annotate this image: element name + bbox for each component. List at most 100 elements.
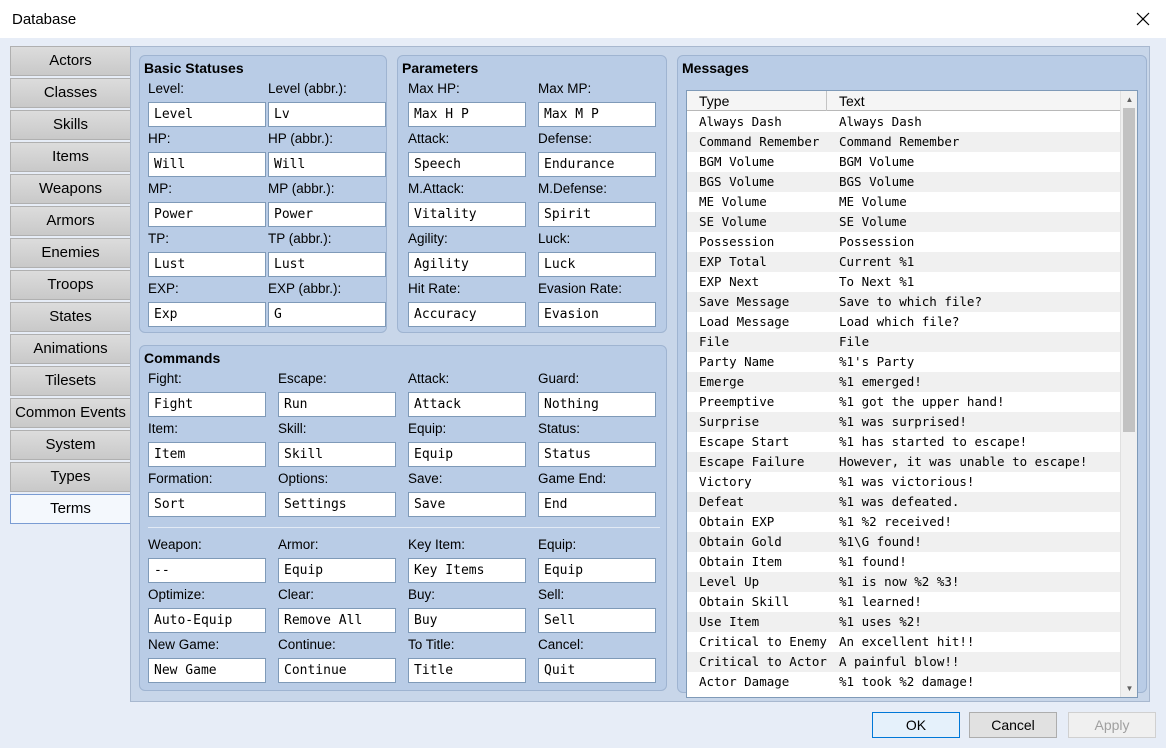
params-attack-input[interactable]: Speech <box>408 152 526 177</box>
commands-armor-input[interactable]: Equip <box>278 558 396 583</box>
table-row[interactable]: Critical to Enemy An excellent hit!! <box>687 632 1121 652</box>
table-row[interactable]: Save Message Save to which file? <box>687 292 1121 312</box>
params-max-mp-input[interactable]: Max M P <box>538 102 656 127</box>
commands-attack-input[interactable]: Attack <box>408 392 526 417</box>
params-mdefense-input[interactable]: Spirit <box>538 202 656 227</box>
sidebar-item-enemies[interactable]: Enemies <box>10 238 131 268</box>
apply-button[interactable]: Apply <box>1068 712 1156 738</box>
table-row[interactable]: BGS Volume BGS Volume <box>687 172 1121 192</box>
cancel-button[interactable]: Cancel <box>969 712 1057 738</box>
table-row[interactable]: Load Message Load which file? <box>687 312 1121 332</box>
table-row[interactable]: EXP Total Current %1 <box>687 252 1121 272</box>
commands-new-game-input[interactable]: New Game <box>148 658 266 683</box>
sidebar-item-items[interactable]: Items <box>10 142 131 172</box>
commands-formation-input[interactable]: Sort <box>148 492 266 517</box>
sidebar-item-actors[interactable]: Actors <box>10 46 131 76</box>
commands-game-end-input[interactable]: End <box>538 492 656 517</box>
sidebar-item-terms[interactable]: Terms <box>10 494 131 524</box>
ok-button[interactable]: OK <box>872 712 960 738</box>
commands-item-input[interactable]: Item <box>148 442 266 467</box>
table-row[interactable]: Surprise %1 was surprised! <box>687 412 1121 432</box>
table-row[interactable]: File File <box>687 332 1121 352</box>
column-header-type[interactable]: Type <box>687 91 827 111</box>
sidebar-item-common-events[interactable]: Common Events <box>10 398 131 428</box>
sidebar-item-troops[interactable]: Troops <box>10 270 131 300</box>
table-row[interactable]: Victory %1 was victorious! <box>687 472 1121 492</box>
params-luck-input[interactable]: Luck <box>538 252 656 277</box>
commands-options-input[interactable]: Settings <box>278 492 396 517</box>
table-row[interactable]: Actor Damage %1 took %2 damage! <box>687 672 1121 692</box>
commands-weapon-input[interactable]: -- <box>148 558 266 583</box>
basic-hp-abbr-input[interactable]: Will <box>268 152 386 177</box>
table-row[interactable]: Obtain Gold %1\G found! <box>687 532 1121 552</box>
table-row[interactable]: Obtain EXP %1 %2 received! <box>687 512 1121 532</box>
commands-optimize-input[interactable]: Auto-Equip <box>148 608 266 633</box>
basic-exp-input[interactable]: Exp <box>148 302 266 327</box>
commands-skill-input[interactable]: Skill <box>278 442 396 467</box>
basic-hp-input[interactable]: Will <box>148 152 266 177</box>
messages-table[interactable]: Type Text Always Dash Always Dash Command … <box>686 90 1138 698</box>
commands-cancel-input[interactable]: Quit <box>538 658 656 683</box>
commands-save-input[interactable]: Save <box>408 492 526 517</box>
basic-mp-input[interactable]: Power <box>148 202 266 227</box>
sidebar-item-states[interactable]: States <box>10 302 131 332</box>
table-row[interactable]: Level Up %1 is now %2 %3! <box>687 572 1121 592</box>
table-row[interactable]: Always Dash Always Dash <box>687 112 1121 132</box>
sidebar-item-system[interactable]: System <box>10 430 131 460</box>
commands-status-input[interactable]: Status <box>538 442 656 467</box>
basic-mp-abbr-input[interactable]: Power <box>268 202 386 227</box>
sidebar-item-classes[interactable]: Classes <box>10 78 131 108</box>
sidebar-item-weapons[interactable]: Weapons <box>10 174 131 204</box>
basic-level-abbr-input[interactable]: Lv <box>268 102 386 127</box>
commands-clear-input[interactable]: Remove All <box>278 608 396 633</box>
params-max-hp-input[interactable]: Max H P <box>408 102 526 127</box>
table-row[interactable]: Obtain Item %1 found! <box>687 552 1121 572</box>
commands-guard-input[interactable]: Nothing <box>538 392 656 417</box>
params-evasion-rate-input[interactable]: Evasion <box>538 302 656 327</box>
commands-equip-input[interactable]: Equip <box>408 442 526 467</box>
scroll-up-icon[interactable]: ▲ <box>1121 91 1137 108</box>
table-row[interactable]: Critical to Actor A painful blow!! <box>687 652 1121 672</box>
column-header-text[interactable]: Text <box>827 91 1121 111</box>
sidebar-item-types[interactable]: Types <box>10 462 131 492</box>
commands-key-item-input[interactable]: Key Items <box>408 558 526 583</box>
table-row[interactable]: Emerge %1 emerged! <box>687 372 1121 392</box>
basic-level-input[interactable]: Level <box>148 102 266 127</box>
params-defense-input[interactable]: Endurance <box>538 152 656 177</box>
sidebar-item-skills[interactable]: Skills <box>10 110 131 140</box>
sidebar-item-tilesets[interactable]: Tilesets <box>10 366 131 396</box>
table-row[interactable]: Use Item %1 uses %2! <box>687 612 1121 632</box>
basic-tp-abbr-input[interactable]: Lust <box>268 252 386 277</box>
messages-scrollbar[interactable]: ▲ ▼ <box>1120 91 1137 697</box>
table-row[interactable]: EXP Next To Next %1 <box>687 272 1121 292</box>
params-agility-input[interactable]: Agility <box>408 252 526 277</box>
commands-continue-input[interactable]: Continue <box>278 658 396 683</box>
table-row[interactable]: SE Volume SE Volume <box>687 212 1121 232</box>
basic-exp-abbr-input[interactable]: G <box>268 302 386 327</box>
commands-sell-input[interactable]: Sell <box>538 608 656 633</box>
table-row[interactable]: BGM Volume BGM Volume <box>687 152 1121 172</box>
message-text-cell: However, it was unable to escape! <box>839 454 1088 469</box>
commands-to-title-input[interactable]: Title <box>408 658 526 683</box>
params-hit-rate-input[interactable]: Accuracy <box>408 302 526 327</box>
params-mattack-input[interactable]: Vitality <box>408 202 526 227</box>
scrollbar-thumb[interactable] <box>1123 108 1135 432</box>
commands-escape-input[interactable]: Run <box>278 392 396 417</box>
table-row[interactable]: Party Name %1's Party <box>687 352 1121 372</box>
commands-fight-input[interactable]: Fight <box>148 392 266 417</box>
commands-buy-input[interactable]: Buy <box>408 608 526 633</box>
sidebar-item-animations[interactable]: Animations <box>10 334 131 364</box>
table-row[interactable]: Preemptive %1 got the upper hand! <box>687 392 1121 412</box>
sidebar-item-armors[interactable]: Armors <box>10 206 131 236</box>
table-row[interactable]: Escape Failure However, it was unable to … <box>687 452 1121 472</box>
close-icon[interactable] <box>1120 0 1166 38</box>
table-row[interactable]: Command Remember Command Remember <box>687 132 1121 152</box>
commands-equip-input[interactable]: Equip <box>538 558 656 583</box>
table-row[interactable]: Escape Start %1 has started to escape! <box>687 432 1121 452</box>
table-row[interactable]: Defeat %1 was defeated. <box>687 492 1121 512</box>
scroll-down-icon[interactable]: ▼ <box>1121 680 1137 697</box>
table-row[interactable]: ME Volume ME Volume <box>687 192 1121 212</box>
table-row[interactable]: Possession Possession <box>687 232 1121 252</box>
basic-tp-input[interactable]: Lust <box>148 252 266 277</box>
table-row[interactable]: Obtain Skill %1 learned! <box>687 592 1121 612</box>
